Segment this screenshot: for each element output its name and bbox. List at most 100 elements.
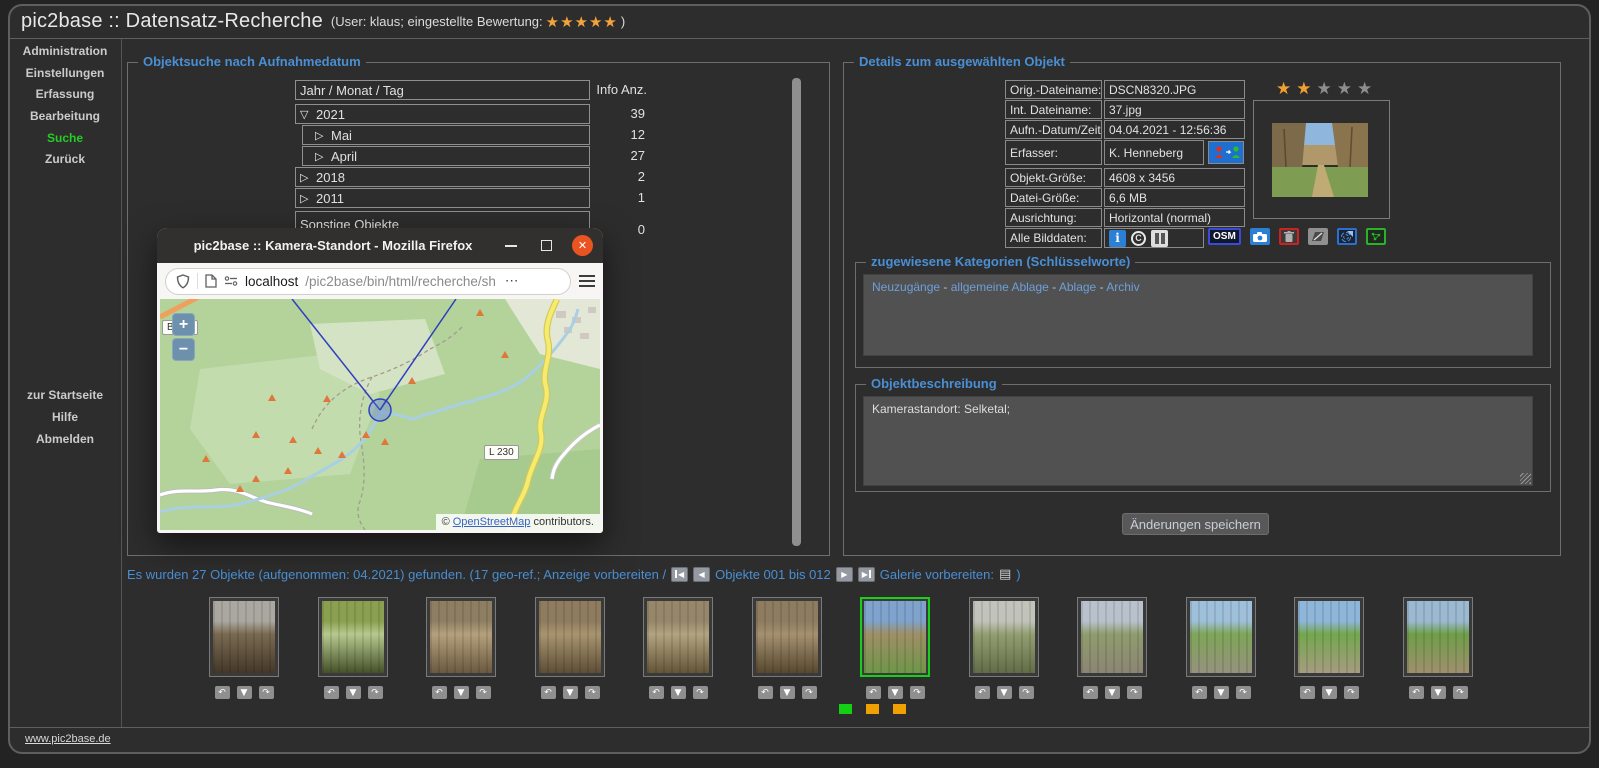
download-button[interactable]: ▼ [1105,686,1120,699]
close-button[interactable]: ✕ [572,235,593,256]
openstreetmap-link[interactable]: OpenStreetMap [453,516,531,528]
download-button[interactable]: ▼ [1431,686,1446,699]
thumbnail[interactable] [969,597,1039,677]
map-canvas[interactable]: B 185 + − L 230 © OpenStreetMap contribu… [160,299,600,530]
download-button[interactable]: ▼ [563,686,578,699]
star-filled-icon[interactable]: ★★ [1276,79,1316,99]
fingerprint-button[interactable] [1337,228,1357,245]
thumbnail[interactable] [1294,597,1364,677]
maximize-button[interactable] [541,240,552,251]
sidebar-item-administration[interactable]: Administration [9,44,121,58]
rotate-right-button[interactable]: ↷ [1453,686,1468,699]
expand-icon[interactable]: ▷ [300,171,316,184]
zoom-in-button[interactable]: + [172,313,195,336]
sidebar-item-bearbeitung[interactable]: Bearbeitung [9,109,121,123]
tree-row-2018[interactable]: ▷ 2018 [295,167,590,187]
collapse-icon[interactable]: ▽ [300,108,316,121]
rotate-left-button[interactable]: ↶ [432,686,447,699]
camera-button[interactable] [1250,228,1270,245]
columns-icon[interactable] [1151,230,1168,247]
next-page-button[interactable]: ▶ [836,567,853,582]
expand-icon[interactable]: ▷ [315,129,331,142]
gallery-document-icon[interactable]: ▤ [999,567,1011,582]
shield-icon[interactable] [176,274,190,289]
rotate-right-button[interactable]: ↷ [368,686,383,699]
download-button[interactable]: ▼ [671,686,686,699]
rotate-right-button[interactable]: ↷ [910,686,925,699]
rotate-right-button[interactable]: ↷ [693,686,708,699]
change-owner-button[interactable] [1208,141,1244,164]
sidebar-item-abmelden[interactable]: Abmelden [9,432,121,446]
sidebar-item-zurueck[interactable]: Zurück [9,152,121,166]
rotate-left-button[interactable]: ↶ [1300,686,1315,699]
tree-row-2011[interactable]: ▷ 2011 [295,188,590,208]
save-changes-button[interactable]: Änderungen speichern [1122,513,1269,535]
download-button[interactable]: ▼ [1214,686,1229,699]
sidebar-item-erfassung[interactable]: Erfassung [9,87,121,101]
first-page-button[interactable]: ◀ [671,567,688,582]
rotate-left-button[interactable]: ↶ [541,686,556,699]
download-button[interactable]: ▼ [237,686,252,699]
expand-icon[interactable]: ▷ [300,192,316,205]
category-link[interactable]: Archiv [1106,280,1139,294]
geodata-button[interactable] [1366,228,1386,245]
thumbnail[interactable] [535,597,605,677]
tree-row-mai[interactable]: ▷ Mai [302,125,590,145]
rotate-left-button[interactable]: ↶ [975,686,990,699]
zoom-out-button[interactable]: − [172,338,195,361]
download-button[interactable]: ▼ [454,686,469,699]
thumbnail[interactable] [1077,597,1147,677]
rotate-left-button[interactable]: ↶ [324,686,339,699]
last-page-button[interactable]: ▶ [858,567,875,582]
rotate-right-button[interactable]: ↷ [1236,686,1251,699]
rotate-right-button[interactable]: ↷ [1344,686,1359,699]
rotate-left-button[interactable]: ↶ [1409,686,1424,699]
rotate-left-button[interactable]: ↶ [758,686,773,699]
category-link[interactable]: allgemeine Ablage [951,280,1049,294]
rotate-right-button[interactable]: ↷ [585,686,600,699]
category-link[interactable]: Ablage [1059,280,1096,294]
thumbnail[interactable] [209,597,279,677]
popup-titlebar[interactable]: pic2base :: Kamera-Standort - Mozilla Fi… [157,228,603,263]
prev-page-button[interactable]: ◀ [693,567,710,582]
hamburger-menu-icon[interactable] [579,275,595,287]
object-rating[interactable]: ★★★★★ [1276,79,1377,99]
resize-handle[interactable] [1520,473,1531,484]
thumbnail[interactable] [643,597,713,677]
rotate-right-button[interactable]: ↷ [259,686,274,699]
exif-info-icon[interactable]: i [1109,230,1126,247]
rotate-right-button[interactable]: ↷ [802,686,817,699]
tree-row-2021[interactable]: ▽ 2021 [295,104,590,124]
download-button[interactable]: ▼ [346,686,361,699]
download-button[interactable]: ▼ [780,686,795,699]
thumbnail[interactable] [752,597,822,677]
categories-box[interactable]: Neuzugänge - allgemeine Ablage - Ablage … [863,274,1533,356]
page-icon[interactable] [205,274,217,288]
rotate-left-button[interactable]: ↶ [1083,686,1098,699]
rotate-right-button[interactable]: ↷ [1127,686,1142,699]
minimize-button[interactable] [505,245,517,247]
expand-icon[interactable]: ▷ [315,150,331,163]
rotate-left-button[interactable]: ↶ [1192,686,1207,699]
download-button[interactable]: ▼ [888,686,903,699]
delete-button[interactable] [1279,228,1299,245]
sidebar-item-hilfe[interactable]: Hilfe [9,410,121,424]
sidebar-item-suche[interactable]: Suche [9,131,121,145]
site-permissions-icon[interactable] [224,276,238,286]
osm-button[interactable]: OSM [1208,228,1241,245]
description-textarea[interactable]: Kamerastandort: Selketal; [863,396,1533,486]
rotate-left-button[interactable]: ↶ [866,686,881,699]
sidebar-item-startseite[interactable]: zur Startseite [9,388,121,402]
url-input[interactable]: localhost/pic2base/bin/html/recherche/sh… [165,268,571,295]
star-empty-icon[interactable]: ★★★ [1316,79,1377,99]
sidebar-item-einstellungen[interactable]: Einstellungen [9,66,121,80]
rotate-left-button[interactable]: ↶ [215,686,230,699]
rotate-right-button[interactable]: ↷ [476,686,491,699]
thumbnail-selected[interactable] [860,597,930,677]
thumbnail[interactable] [1186,597,1256,677]
download-button[interactable]: ▼ [1322,686,1337,699]
copyright-icon[interactable]: C [1131,231,1146,246]
histogram-button[interactable] [1308,228,1328,245]
footer-link[interactable]: www.pic2base.de [25,733,111,745]
category-link[interactable]: Neuzugänge [872,280,940,294]
